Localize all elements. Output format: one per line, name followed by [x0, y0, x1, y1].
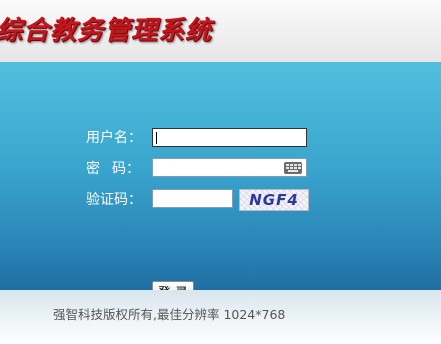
keyboard-icon[interactable]	[284, 162, 302, 174]
login-panel: 用户名： 密码： 验证码： NGF4 登 录	[0, 62, 441, 302]
header-bar: 综合教务管理系统	[0, 0, 441, 62]
username-label: 用户名：	[86, 130, 142, 146]
copyright-text: 强智科技版权所有,最佳分辨率 1024*768	[53, 307, 286, 322]
text-caret	[156, 132, 157, 144]
app-title: 综合教务管理系统	[0, 16, 213, 46]
username-input[interactable]	[152, 128, 307, 147]
captcha-input[interactable]	[152, 189, 233, 208]
password-label-part1: 密	[86, 161, 100, 177]
password-label-part2: 码：	[112, 161, 140, 177]
password-label: 密码：	[86, 159, 140, 179]
footer: 强智科技版权所有,最佳分辨率 1024*768	[0, 290, 441, 344]
captcha-image[interactable]: NGF4	[239, 189, 309, 211]
captcha-code: NGF4	[249, 191, 299, 209]
captcha-label: 验证码：	[86, 192, 142, 208]
